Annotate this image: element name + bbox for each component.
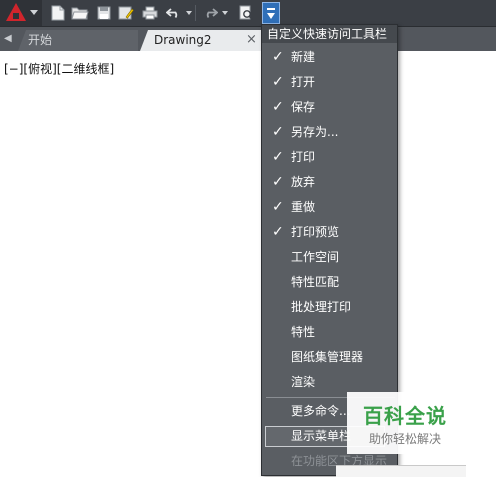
tab-scroll-icon[interactable]: ◀ bbox=[4, 33, 16, 45]
tab-label: 开始 bbox=[28, 33, 53, 47]
menu-item-new[interactable]: ✓ 新建 bbox=[262, 45, 397, 70]
undo-button[interactable] bbox=[164, 3, 184, 23]
print-button[interactable] bbox=[140, 3, 160, 23]
menu-item-batch-plot[interactable]: 批处理打印 bbox=[262, 295, 397, 320]
checkmark-icon: ✓ bbox=[272, 174, 284, 190]
menu-title: 自定义快速访问工具栏 bbox=[262, 25, 397, 43]
menu-item-save-as[interactable]: ✓ 另存为... bbox=[262, 120, 397, 145]
checkmark-icon: ✓ bbox=[272, 99, 284, 115]
viewport-controls-label[interactable]: [−][俯视][二维线框] bbox=[4, 60, 114, 77]
customize-qat-button[interactable] bbox=[262, 2, 280, 24]
chevron-down-icon bbox=[267, 13, 275, 19]
menu-item-undo[interactable]: ✓ 放弃 bbox=[262, 170, 397, 195]
plot-preview-icon bbox=[239, 5, 253, 20]
menu-item-save[interactable]: ✓ 保存 bbox=[262, 95, 397, 120]
save-as-icon bbox=[118, 6, 134, 20]
undo-dropdown-icon[interactable] bbox=[186, 11, 192, 15]
printer-icon bbox=[142, 6, 158, 20]
quick-access-toolbar bbox=[0, 0, 496, 27]
menu-item-match-properties[interactable]: 特性匹配 bbox=[262, 270, 397, 295]
watermark-subtitle: 助你轻松解决 bbox=[369, 432, 442, 446]
chevron-down-icon bbox=[30, 10, 38, 15]
open-button[interactable] bbox=[70, 3, 90, 23]
menu-item-open[interactable]: ✓ 打开 bbox=[262, 70, 397, 95]
menu-item-plot-preview[interactable]: ✓ 打印预览 bbox=[262, 220, 397, 245]
save-as-button[interactable] bbox=[116, 3, 136, 23]
redo-icon bbox=[206, 8, 218, 18]
undo-icon bbox=[166, 8, 178, 18]
plot-preview-button[interactable] bbox=[236, 3, 256, 23]
new-file-icon bbox=[51, 5, 65, 21]
menu-item-sheet-set-manager[interactable]: 图纸集管理器 bbox=[262, 345, 397, 370]
tab-drawing2[interactable]: Drawing2 × bbox=[140, 30, 264, 51]
new-file-button[interactable] bbox=[48, 3, 68, 23]
menu-item-redo[interactable]: ✓ 重做 bbox=[262, 195, 397, 220]
checkmark-icon: ✓ bbox=[272, 49, 284, 65]
redo-button[interactable] bbox=[200, 3, 220, 23]
watermark-logo: 百科全说 助你轻松解决 bbox=[347, 392, 467, 454]
app-menu-button[interactable] bbox=[0, 0, 42, 26]
close-icon[interactable]: × bbox=[246, 30, 257, 50]
checkmark-icon: ✓ bbox=[272, 149, 284, 165]
tab-start[interactable]: 开始 bbox=[18, 30, 138, 51]
redo-dropdown-icon[interactable] bbox=[222, 11, 228, 15]
watermark-title: 百科全说 bbox=[363, 404, 447, 428]
menu-item-print[interactable]: ✓ 打印 bbox=[262, 145, 397, 170]
open-folder-icon bbox=[71, 7, 89, 20]
checkmark-icon: ✓ bbox=[272, 224, 284, 240]
checkmark-icon: ✓ bbox=[272, 74, 284, 90]
tooltip-fragment bbox=[336, 465, 466, 477]
checkmark-icon: ✓ bbox=[272, 124, 284, 140]
menu-item-workspace[interactable]: 工作空间 bbox=[262, 245, 397, 270]
save-button[interactable] bbox=[94, 3, 114, 23]
checkmark-icon: ✓ bbox=[272, 199, 284, 215]
menu-item-properties[interactable]: 特性 bbox=[262, 320, 397, 345]
file-tab-bar: ◀ 开始 Drawing2 × bbox=[0, 27, 496, 51]
tab-label: Drawing2 bbox=[154, 33, 212, 47]
save-icon bbox=[97, 6, 111, 20]
